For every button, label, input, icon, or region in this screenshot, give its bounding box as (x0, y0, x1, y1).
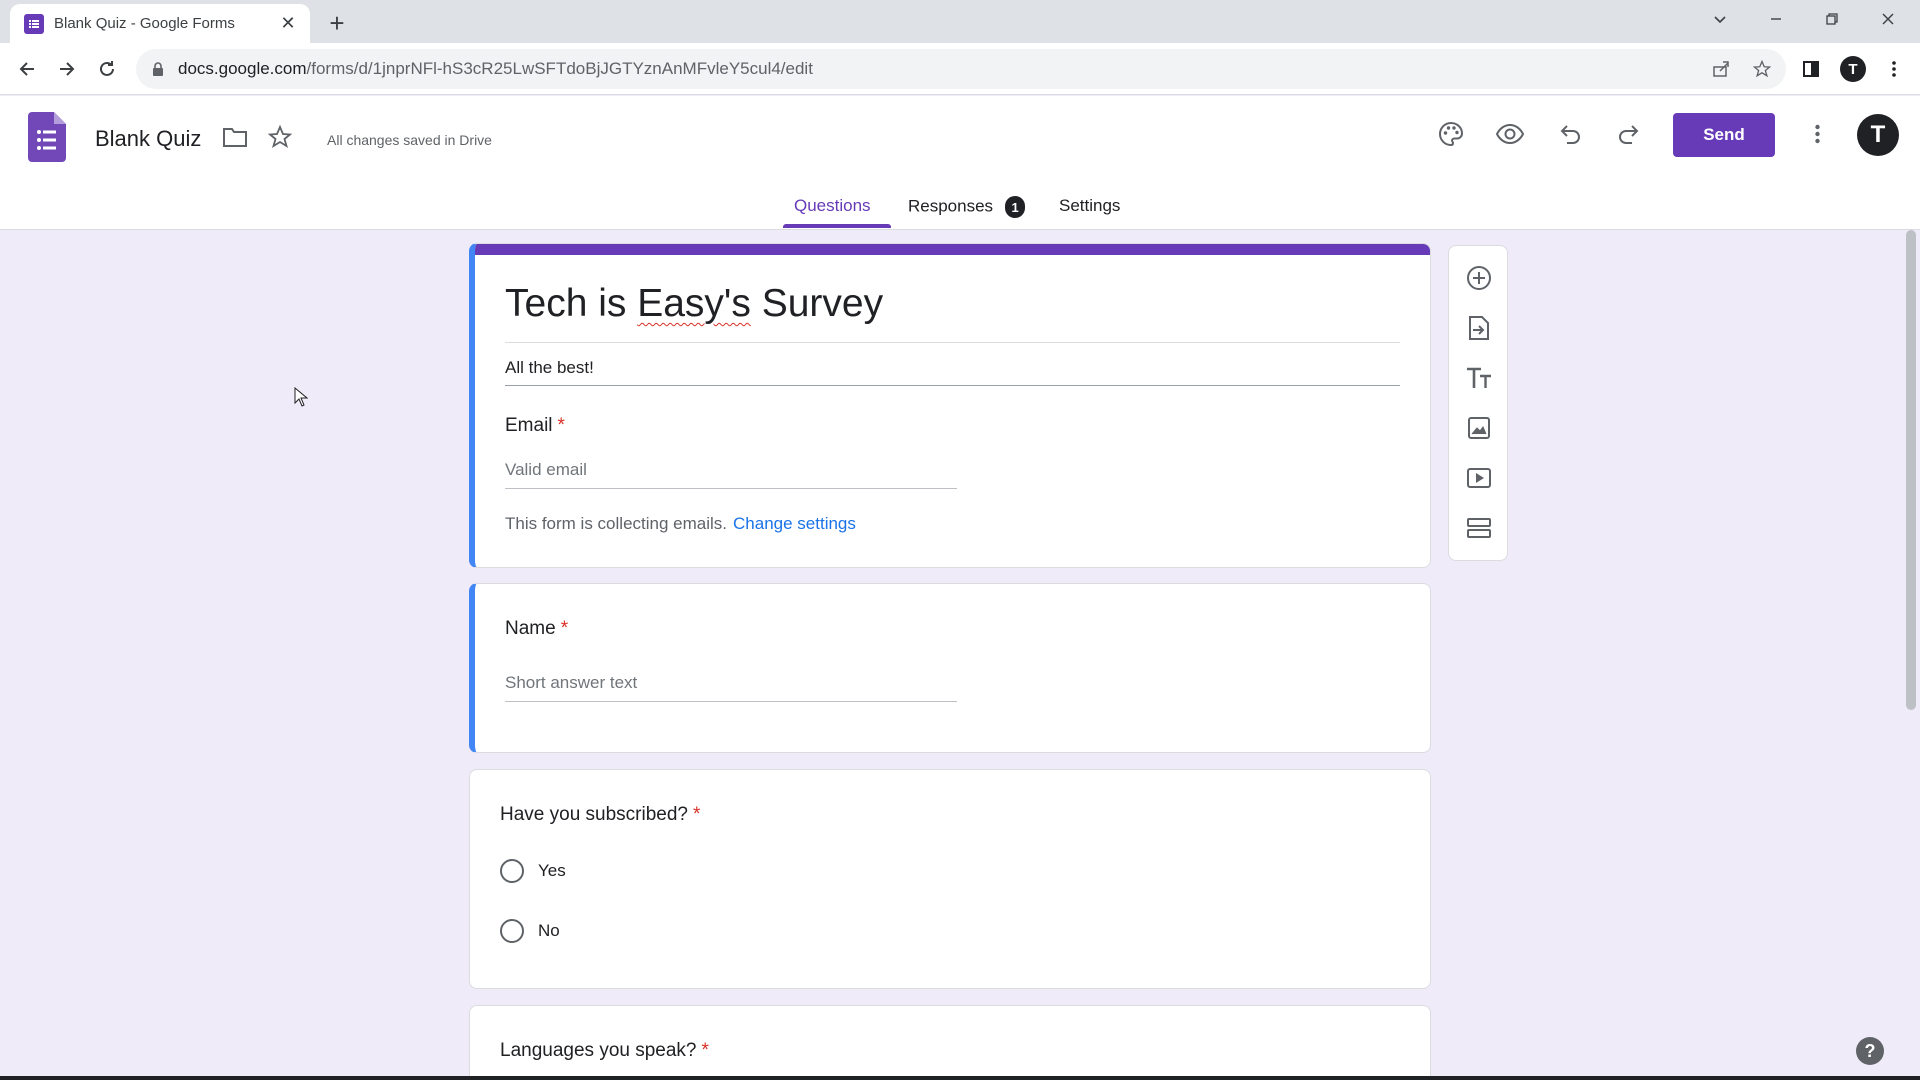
tab-search-icon[interactable] (1692, 0, 1748, 38)
palette-icon[interactable] (1433, 116, 1469, 152)
account-avatar[interactable]: T (1857, 114, 1899, 156)
question-label: Name * (505, 618, 569, 639)
question-card-languages[interactable]: Languages you speak? * (469, 1005, 1431, 1080)
browser-menu-icon[interactable] (1876, 51, 1912, 87)
undo-icon[interactable] (1552, 116, 1588, 152)
help-icon[interactable]: ? (1856, 1037, 1884, 1065)
forms-logo-icon[interactable] (28, 112, 66, 162)
add-video-icon[interactable] (1461, 460, 1497, 496)
question-card-subscribed[interactable]: Have you subscribed? * Yes No (469, 769, 1431, 989)
email-question-label: Email * (505, 415, 565, 436)
question-toolbar (1448, 245, 1508, 561)
card-accent-bar (475, 244, 1430, 255)
tab-questions[interactable]: Questions (794, 196, 871, 216)
option-label: Yes (538, 861, 566, 880)
save-status: All changes saved in Drive (327, 132, 492, 148)
browser-tab[interactable]: Blank Quiz - Google Forms ✕ (10, 4, 310, 43)
add-image-icon[interactable] (1461, 410, 1497, 446)
option-label: No (538, 921, 560, 940)
mouse-cursor-icon (294, 386, 309, 412)
form-title[interactable]: Tech is Easy's Survey (505, 282, 883, 326)
active-tab-indicator (783, 224, 891, 228)
import-questions-icon[interactable] (1461, 310, 1497, 346)
star-icon[interactable] (265, 122, 295, 152)
address-bar[interactable]: docs.google.com/forms/d/1jnprNFl-hS3cR25… (136, 49, 1786, 89)
form-header-card[interactable]: Tech is Easy's Survey All the best! Emai… (469, 243, 1431, 568)
responses-count-badge: 1 (1005, 196, 1026, 218)
close-tab-icon[interactable]: ✕ (276, 12, 300, 36)
browser-tabstrip: Blank Quiz - Google Forms ✕ + (0, 0, 1920, 43)
browser-toolbar: docs.google.com/forms/d/1jnprNFl-hS3cR25… (0, 43, 1920, 95)
share-icon[interactable] (1709, 57, 1733, 81)
send-button[interactable]: Send (1673, 113, 1775, 157)
restore-icon[interactable] (1804, 0, 1860, 38)
reload-icon[interactable] (89, 51, 125, 87)
forms-favicon-icon (24, 13, 44, 34)
radio-option-no[interactable]: No (500, 919, 560, 943)
redo-icon[interactable] (1611, 116, 1647, 152)
tab-responses[interactable]: Responses 1 (908, 196, 1026, 218)
change-settings-link[interactable]: Change settings (733, 514, 856, 533)
tab-responses-label: Responses (908, 196, 994, 216)
email-field[interactable]: Valid email (505, 460, 957, 489)
question-card-name[interactable]: Name * Short answer text (469, 583, 1431, 753)
doc-title[interactable]: Blank Quiz (95, 126, 201, 152)
question-label: Have you subscribed? * (500, 804, 701, 825)
forms-header: Blank Quiz All changes saved in Drive Se… (0, 96, 1920, 230)
add-question-icon[interactable] (1461, 260, 1497, 296)
preview-icon[interactable] (1492, 116, 1528, 152)
lock-icon (150, 61, 166, 77)
divider (505, 385, 1400, 386)
close-window-icon[interactable] (1860, 0, 1916, 38)
minimize-icon[interactable] (1748, 0, 1804, 38)
radio-button[interactable] (500, 919, 524, 943)
side-panel-icon[interactable] (1793, 51, 1829, 87)
form-description[interactable]: All the best! (505, 358, 594, 378)
folder-icon[interactable] (220, 122, 250, 152)
question-label: Languages you speak? * (500, 1040, 709, 1061)
taskbar-edge (0, 1076, 1920, 1080)
add-section-icon[interactable] (1461, 510, 1497, 546)
new-tab-icon[interactable]: + (322, 8, 352, 38)
profile-avatar[interactable]: T (1835, 51, 1871, 87)
short-answer-field[interactable]: Short answer text (505, 673, 957, 702)
radio-option-yes[interactable]: Yes (500, 859, 566, 883)
collecting-emails-notice: This form is collecting emails. Change se… (505, 514, 856, 533)
forward-icon[interactable] (49, 51, 85, 87)
back-icon[interactable] (9, 51, 45, 87)
browser-tab-title: Blank Quiz - Google Forms (54, 15, 235, 32)
more-vert-icon[interactable] (1799, 116, 1835, 152)
add-title-icon[interactable] (1461, 360, 1497, 396)
tab-settings[interactable]: Settings (1059, 196, 1120, 216)
url-text: docs.google.com/forms/d/1jnprNFl-hS3cR25… (178, 59, 813, 78)
divider (505, 342, 1400, 343)
page-scrollbar[interactable] (1906, 230, 1916, 710)
radio-button[interactable] (500, 859, 524, 883)
bookmark-star-icon[interactable] (1750, 57, 1774, 81)
